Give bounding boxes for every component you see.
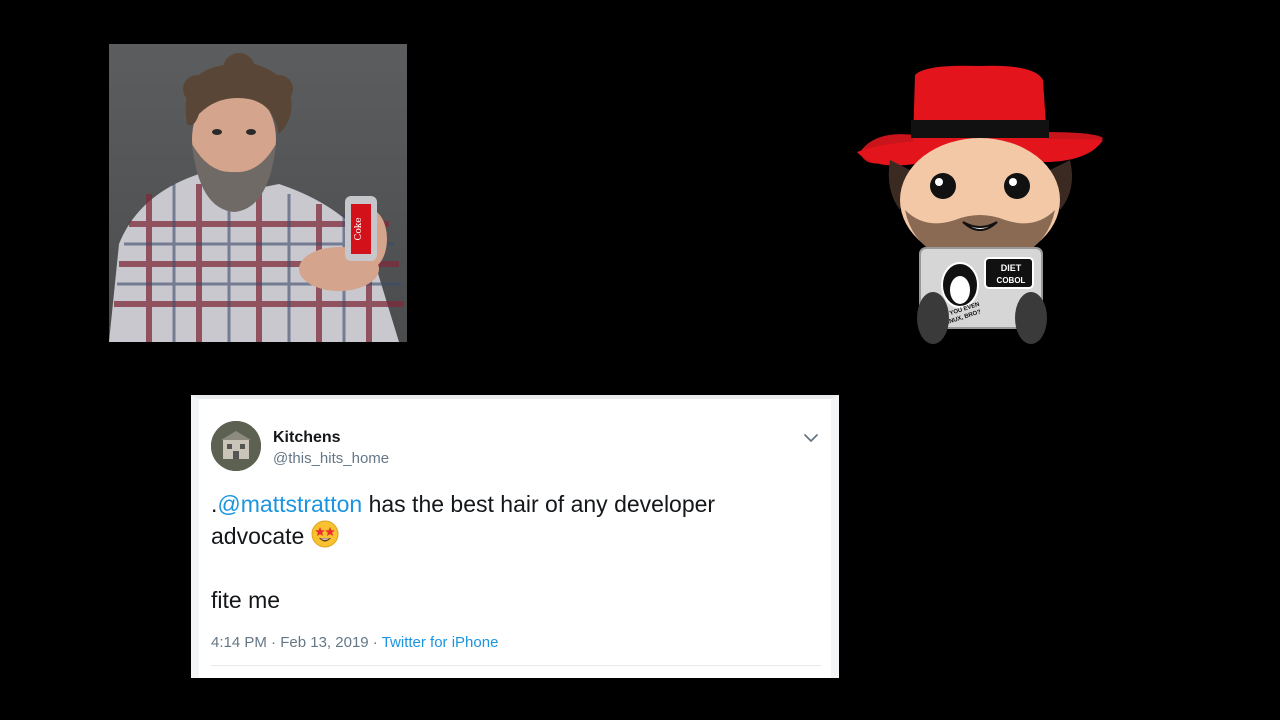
person-photo-illustration: Coke xyxy=(109,53,404,342)
tweet-time[interactable]: 4:14 PM xyxy=(211,634,267,651)
person-photo: Coke xyxy=(109,44,407,342)
tweet-avatar[interactable] xyxy=(211,421,261,471)
slide: Coke DIET COBOL DO YOU EVEN LINUX, BRO? … xyxy=(0,0,1280,720)
tweet-display-name[interactable]: Kitchens xyxy=(273,429,341,447)
sticker-diet-line2: COBOL xyxy=(997,276,1026,285)
cartoon-avatar: DIET COBOL DO YOU EVEN LINUX, BRO? xyxy=(855,60,1105,350)
chevron-down-icon[interactable] xyxy=(803,431,819,443)
tweet-text-line2: fite me xyxy=(211,587,281,613)
house-icon xyxy=(211,421,261,471)
divider xyxy=(211,665,821,666)
tweet-meta-sep: · xyxy=(266,634,281,651)
tweet-meta: 4:14 PM · Feb 13, 2019 · Twitter for iPh… xyxy=(211,634,498,651)
tweet-text: .@mattstratton has the best hair of any … xyxy=(211,488,801,552)
star-struck-emoji-icon xyxy=(311,520,339,548)
sticker-diet-line1: DIET xyxy=(1001,263,1022,273)
tweet-card: Kitchens @this_hits_home .@mattstratton … xyxy=(191,395,839,678)
tweet-mention-link[interactable]: @mattstratton xyxy=(217,491,362,517)
tweet-meta-sep: · xyxy=(368,634,382,651)
tweet-date[interactable]: Feb 13, 2019 xyxy=(280,634,368,651)
tweet-handle[interactable]: @this_hits_home xyxy=(273,450,389,467)
can-label: Coke xyxy=(354,217,364,240)
tweet-source-link[interactable]: Twitter for iPhone xyxy=(382,634,499,651)
avatar-illustration: DIET COBOL DO YOU EVEN LINUX, BRO? xyxy=(857,65,1103,344)
